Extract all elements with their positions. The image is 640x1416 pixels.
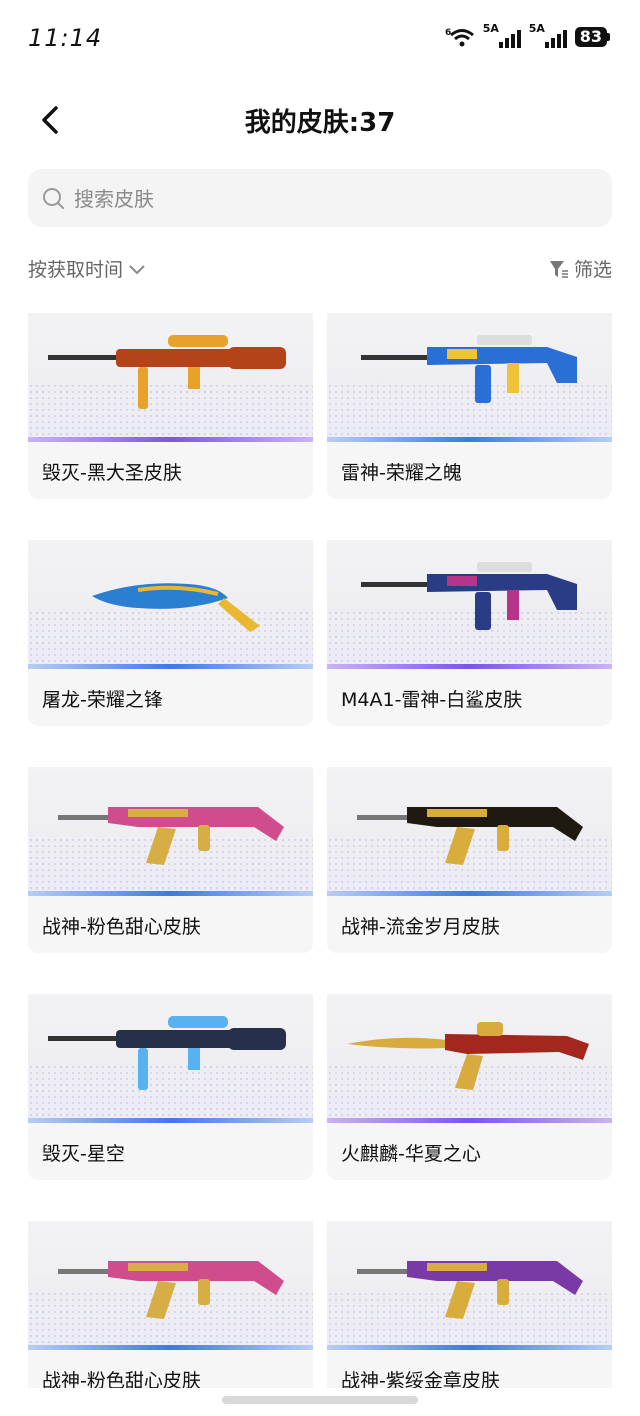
rarity-bar <box>28 1345 313 1350</box>
page-title: 我的皮肤:37 <box>244 108 396 138</box>
rarity-bar <box>28 1118 313 1123</box>
weapon-skin-icon <box>361 335 577 403</box>
sort-dropdown[interactable]: 按获取时间 <box>28 255 147 282</box>
skin-card[interactable]: 战神-粉色甜心皮肤 <box>28 767 313 953</box>
skin-image <box>28 540 313 668</box>
status-bar: 11:14 6 5A 5A 83 <box>0 0 640 80</box>
skin-name: 屠龙-荣耀之锋 <box>42 689 163 711</box>
skin-name: 战神-粉色甜心皮肤 <box>42 916 201 938</box>
sort-label: 按获取时间 <box>28 259 124 281</box>
signal-icon-sim2: 5A <box>529 22 567 48</box>
skin-grid: 毁灭-黑大圣皮肤 雷神-荣耀之魄 屠龙-荣耀之锋 M4A1-雷神-白鲨皮肤 战神… <box>28 313 612 1388</box>
skin-image <box>28 1221 313 1349</box>
skin-card[interactable]: M4A1-雷神-白鲨皮肤 <box>327 540 612 726</box>
weapon-skin-icon <box>357 807 583 865</box>
filter-button[interactable]: 筛选 <box>548 255 612 282</box>
skin-name: 火麒麟-华夏之心 <box>341 1143 481 1165</box>
skin-image <box>28 767 313 895</box>
weapon-skin-icon <box>58 1261 284 1319</box>
skin-image <box>327 767 612 895</box>
wifi-label: 6 <box>445 28 451 38</box>
filter-icon <box>549 260 568 278</box>
skin-card[interactable]: 屠龙-荣耀之锋 <box>28 540 313 726</box>
skin-card[interactable]: 火麒麟-华夏之心 <box>327 994 612 1180</box>
signal-icon-sim1: 5A <box>483 22 521 48</box>
weapon-skin-icon <box>48 335 286 409</box>
skin-name: 毁灭-黑大圣皮肤 <box>42 462 182 484</box>
skin-name: M4A1-雷神-白鲨皮肤 <box>341 689 523 711</box>
skin-image <box>327 540 612 668</box>
skin-image <box>327 994 612 1122</box>
rarity-bar <box>327 664 612 669</box>
sort-filter-bar: 按获取时间 筛选 <box>28 255 612 289</box>
skin-image <box>28 313 313 441</box>
skin-name: 战神-流金岁月皮肤 <box>341 916 500 938</box>
skin-card[interactable]: 战神-流金岁月皮肤 <box>327 767 612 953</box>
filter-label: 筛选 <box>573 259 612 281</box>
rarity-bar <box>327 437 612 442</box>
weapon-skin-icon <box>361 562 577 630</box>
skin-name: 战神-粉色甜心皮肤 <box>42 1370 201 1388</box>
skin-name: 战神-紫绥金章皮肤 <box>341 1370 500 1388</box>
rarity-bar <box>327 891 612 896</box>
rarity-bar <box>327 1118 612 1123</box>
skin-card[interactable]: 战神-粉色甜心皮肤 <box>28 1221 313 1388</box>
battery-level: 83 <box>574 27 607 47</box>
weapon-skin-icon <box>48 1016 286 1090</box>
sim2-label: 5A <box>528 22 545 35</box>
sim1-label: 5A <box>482 22 499 35</box>
status-icons: 6 5A 5A 83 <box>445 22 610 48</box>
skin-card[interactable]: 毁灭-黑大圣皮肤 <box>28 313 313 499</box>
skin-card[interactable]: 毁灭-星空 <box>28 994 313 1180</box>
weapon-skin-icon <box>357 1261 583 1319</box>
home-indicator[interactable] <box>222 1396 418 1404</box>
weapon-skin-icon <box>92 583 260 632</box>
skin-image <box>327 1221 612 1349</box>
weapon-skin-icon <box>347 1022 589 1090</box>
search-box[interactable] <box>28 169 612 227</box>
search-icon <box>43 188 64 209</box>
rarity-bar <box>28 664 313 669</box>
skin-name: 雷神-荣耀之魄 <box>341 462 462 484</box>
status-time: 11:14 <box>28 24 103 52</box>
rarity-bar <box>28 891 313 896</box>
skin-card[interactable]: 雷神-荣耀之魄 <box>327 313 612 499</box>
skin-card[interactable]: 战神-紫绥金章皮肤 <box>327 1221 612 1388</box>
weapon-skin-icon <box>58 807 284 865</box>
search-input[interactable] <box>72 179 576 219</box>
rarity-bar <box>327 1345 612 1350</box>
chevron-down-icon <box>129 264 145 274</box>
skin-image <box>327 313 612 441</box>
wifi-icon: 6 <box>445 28 474 47</box>
skin-name: 毁灭-星空 <box>42 1143 125 1165</box>
rarity-bar <box>28 437 313 442</box>
header: 我的皮肤:37 <box>0 90 640 150</box>
skin-image <box>28 994 313 1122</box>
battery-icon: 83 <box>574 27 610 47</box>
